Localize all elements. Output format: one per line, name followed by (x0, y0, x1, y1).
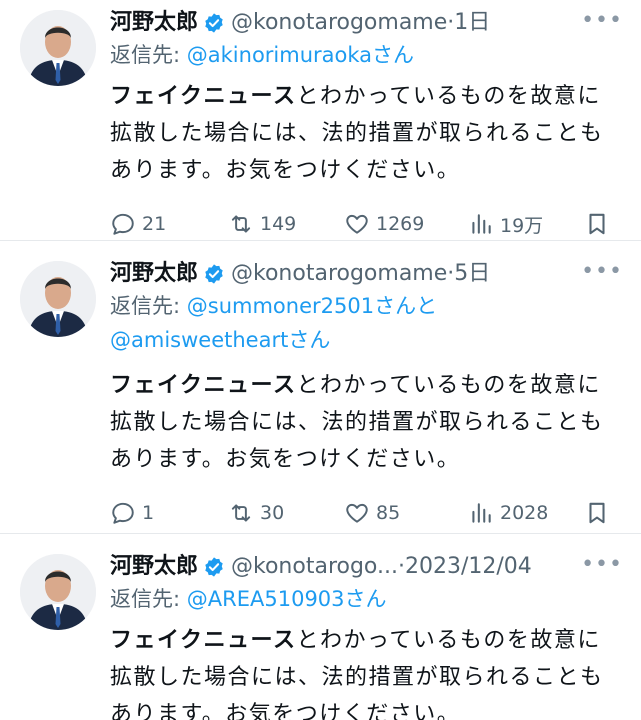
more-options-icon[interactable]: ••• (581, 554, 623, 576)
author-handle[interactable]: @konotarogomame (231, 8, 447, 38)
tweet-feed: 河野太郎 @konotarogomame · 1日 ••• 返信先: @akin… (0, 0, 641, 720)
tweet-timestamp[interactable]: 5日 (454, 259, 490, 289)
tweet-header: 河野太郎 @konotarogo... · 2023/12/04 (110, 552, 625, 582)
avatar[interactable] (20, 554, 96, 630)
retweet-icon (231, 504, 251, 522)
avatar[interactable] (20, 261, 96, 337)
retweet-count: 30 (260, 502, 285, 524)
author-name[interactable]: 河野太郎 (110, 259, 198, 289)
tweet-text-line2: 拡散した場合には、法的措置が取られることも (110, 410, 604, 435)
tweet-actions: 1 30 85 2028 (110, 488, 625, 538)
reply-mention-link-2[interactable]: @amisweetheartさん (110, 328, 330, 352)
tweet-text: フェイクニュースとわかっているものを故意に 拡散した場合には、法的措置が取られる… (110, 367, 625, 478)
tweet-text-line3: あります。お気をつけください。 (110, 702, 461, 720)
avatar-photo (20, 554, 96, 630)
tweet-text-line1: とわかっているものを故意に (296, 84, 601, 109)
tweet-timestamp[interactable]: 1日 (454, 8, 490, 38)
views-button[interactable]: 19万 (468, 211, 578, 238)
analytics-icon (472, 503, 491, 523)
tweet-text-line2: 拡散した場合には、法的措置が取られることも (110, 665, 604, 690)
retweet-icon (231, 215, 251, 233)
views-button[interactable]: 2028 (468, 500, 578, 526)
retweet-button[interactable]: 30 (228, 500, 344, 526)
tweet-text-line2: 拡散した場合には、法的措置が取られることも (110, 121, 604, 146)
bookmark-icon (589, 213, 605, 235)
reply-icon (112, 213, 134, 235)
like-count: 85 (376, 502, 401, 524)
tweet[interactable]: 河野太郎 @konotarogomame · 1日 ••• 返信先: @akin… (0, 0, 641, 240)
avatar-photo (20, 261, 96, 337)
reply-prefix: 返信先: (110, 294, 187, 318)
heart-icon (346, 503, 368, 523)
tweet-text: フェイクニュースとわかっているものを故意に 拡散した場合には、法的措置が取られる… (110, 78, 625, 189)
tweet-text-bold: フェイクニュース (110, 628, 297, 653)
reply-icon (112, 502, 134, 524)
tweet-timestamp[interactable]: 2023/12/04 (405, 552, 532, 582)
tweet-text-bold: フェイクニュース (110, 84, 297, 109)
tweet-header: 河野太郎 @konotarogomame · 5日 (110, 259, 625, 289)
reply-to-line: 返信先: @akinorimuraokaさん (110, 40, 625, 70)
analytics-icon (472, 214, 491, 234)
tweet[interactable]: 河野太郎 @konotarogomame · 5日 ••• 返信先: @summ… (0, 241, 641, 533)
reply-mention-link[interactable]: @akinorimuraokaさん (187, 43, 414, 67)
reply-count: 1 (142, 502, 155, 524)
like-button[interactable]: 85 (344, 500, 454, 526)
tweet-text-line1: とわかっているものを故意に (296, 628, 601, 653)
tweet[interactable]: 河野太郎 @konotarogo... · 2023/12/04 ••• 返信先… (0, 534, 641, 720)
like-button[interactable]: 1269 (344, 211, 454, 237)
reply-mention-link[interactable]: @summoner2501さんと (187, 294, 437, 318)
verified-badge-icon (205, 557, 223, 577)
heart-icon (346, 214, 368, 234)
reply-button[interactable]: 21 (110, 211, 210, 237)
more-options-icon[interactable]: ••• (581, 10, 623, 32)
tweet-text-line3: あります。お気をつけください。 (110, 158, 461, 183)
reply-mention-link[interactable]: @AREA510903さん (187, 587, 387, 611)
bookmark-button[interactable] (584, 211, 610, 237)
tweet-text-line1: とわかっているものを故意に (296, 373, 601, 398)
author-name[interactable]: 河野太郎 (110, 8, 198, 38)
avatar-photo (20, 10, 96, 86)
reply-to-line: 返信先: @summoner2501さんと @amisweetheartさん (110, 291, 625, 359)
reply-count: 21 (142, 213, 167, 235)
author-handle[interactable]: @konotarogomame (231, 259, 447, 289)
reply-button[interactable]: 1 (110, 500, 210, 526)
like-count: 1269 (376, 213, 425, 235)
retweet-count: 149 (260, 213, 297, 235)
verified-badge-icon (205, 13, 223, 33)
header-separator: · (447, 10, 455, 35)
bookmark-button[interactable] (584, 500, 610, 526)
retweet-button[interactable]: 149 (228, 211, 344, 237)
tweet-text-line3: あります。お気をつけください。 (110, 447, 461, 472)
avatar[interactable] (20, 10, 96, 86)
verified-badge-icon (205, 264, 223, 284)
tweet-header: 河野太郎 @konotarogomame · 1日 (110, 8, 625, 38)
author-handle[interactable]: @konotarogo... (231, 552, 398, 582)
reply-prefix: 返信先: (110, 587, 187, 611)
tweet-text-bold: フェイクニュース (110, 373, 297, 398)
bookmark-icon (589, 502, 605, 524)
reply-prefix: 返信先: (110, 43, 187, 67)
reply-to-line: 返信先: @AREA510903さん (110, 584, 625, 614)
author-name[interactable]: 河野太郎 (110, 552, 198, 582)
view-count: 2028 (500, 502, 549, 524)
header-separator: · (397, 554, 405, 579)
more-options-icon[interactable]: ••• (581, 261, 623, 283)
tweet-text: フェイクニュースとわかっているものを故意に 拡散した場合には、法的措置が取られる… (110, 622, 625, 720)
view-count: 19万 (500, 214, 544, 237)
header-separator: · (447, 261, 455, 286)
